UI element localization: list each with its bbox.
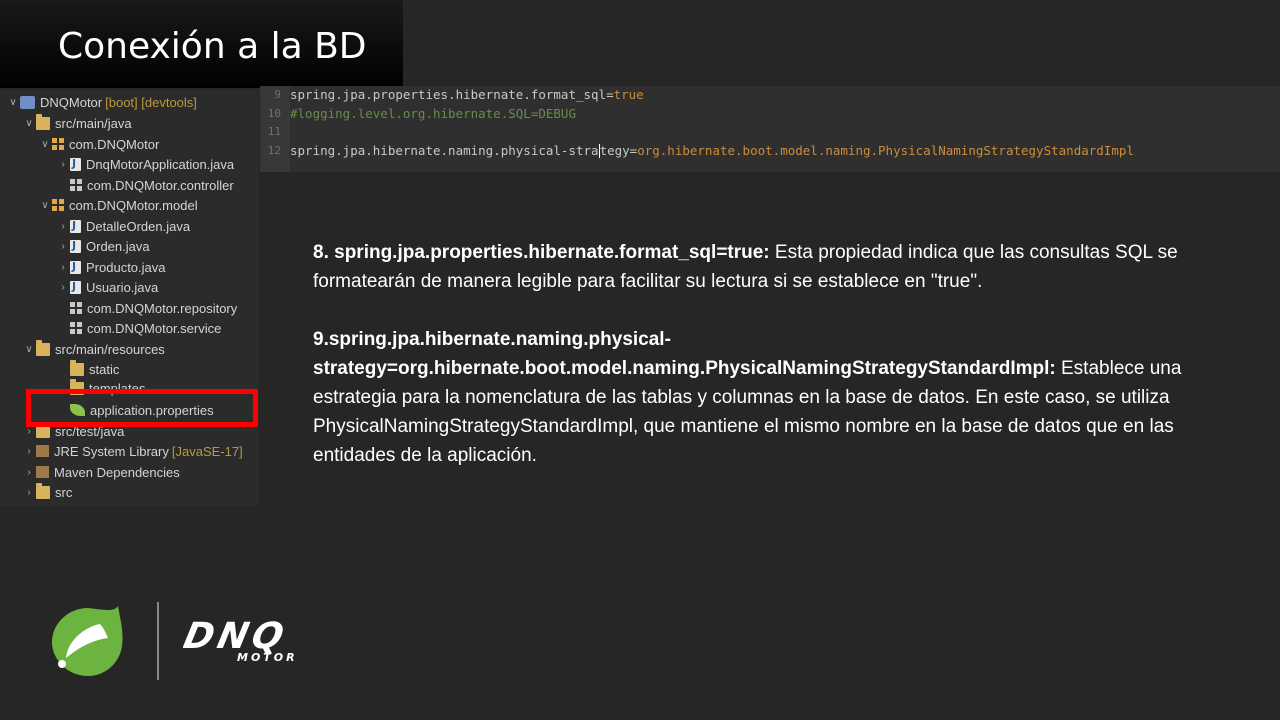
chevron-right-icon[interactable]: › [56, 282, 70, 293]
code-editor[interactable]: 9 spring.jpa.properties.hibernate.format… [260, 86, 1280, 172]
code-line[interactable]: 9 spring.jpa.properties.hibernate.format… [260, 86, 644, 104]
code-line[interactable]: 12 spring.jpa.hibernate.naming.physical-… [260, 141, 1134, 160]
tree-item-label: DNQMotor [40, 94, 103, 110]
dnq-motor-logo-icon: DNQ MOTOR [183, 614, 298, 664]
tree-item-label: com.DNQMotor.model [69, 197, 198, 213]
tree-item-label: static [89, 361, 120, 377]
tree-item-label: DetalleOrden.java [86, 218, 191, 234]
tree-item[interactable]: › Orden.java [56, 236, 150, 256]
item-9-label: 9.spring.jpa.hibernate.naming.physical-s… [313, 329, 1056, 379]
tree-item[interactable]: › Usuario.java [56, 277, 158, 297]
line-number: 10 [267, 107, 281, 120]
chevron-right-icon[interactable]: › [22, 426, 36, 437]
comment-text: #logging.level.org.hibernate.SQL=DEBUG [290, 106, 576, 121]
item-8-label: 8. spring.jpa.properties.hibernate.forma… [313, 242, 770, 263]
tree-item-label: Maven Dependencies [54, 464, 180, 480]
description-item-9: 9.spring.jpa.hibernate.naming.physical-s… [313, 325, 1253, 470]
library-icon [36, 445, 49, 457]
java-file-icon [70, 239, 81, 253]
tree-item[interactable]: ∨ src/main/java [22, 113, 132, 133]
chevron-right-icon[interactable]: › [56, 221, 70, 232]
tree-item-label: com.DNQMotor.service [87, 320, 222, 336]
line-number: 12 [267, 144, 281, 157]
property-key: spring.jpa.properties.hibernate.format_s… [290, 87, 614, 102]
line-number: 9 [274, 88, 281, 101]
tree-item-label: com.DNQMotor.controller [87, 177, 234, 193]
highlight-box [26, 389, 258, 427]
code-line[interactable]: 11 [260, 122, 290, 141]
chevron-down-icon[interactable]: ∨ [22, 118, 36, 129]
property-value: true [613, 87, 644, 102]
slide-title-bar: Conexión a la BD [0, 0, 403, 88]
tree-item[interactable]: com.DNQMotor.controller [56, 175, 234, 195]
tree-item-label: DnqMotorApplication.java [86, 156, 235, 172]
chevron-down-icon[interactable]: ∨ [38, 139, 52, 150]
java-file-icon [70, 157, 81, 171]
tree-item[interactable]: › Maven Dependencies [22, 462, 180, 482]
tree-item[interactable]: ∨ com.DNQMotor [38, 134, 159, 154]
library-icon [36, 466, 49, 478]
property-key: spring.jpa.hibernate.naming.physical-str… [290, 143, 599, 158]
tree-item-decoration: [boot] [devtools] [105, 94, 197, 110]
tree-item[interactable]: ∨ DNQMotor [boot] [devtools] [6, 92, 197, 112]
code-line[interactable]: 10 #logging.level.org.hibernate.SQL=DEBU… [260, 104, 576, 123]
tree-item-label: src/main/resources [55, 341, 165, 357]
dnq-logo-subtext: MOTOR [237, 651, 298, 664]
tree-item[interactable]: static [56, 359, 119, 379]
package-icon [70, 179, 82, 191]
tree-item-label: Usuario.java [86, 279, 159, 295]
tree-item[interactable]: com.DNQMotor.repository [56, 298, 237, 318]
chevron-down-icon[interactable]: ∨ [22, 344, 36, 355]
chevron-right-icon[interactable]: › [56, 241, 70, 252]
tree-item[interactable]: com.DNQMotor.service [56, 318, 221, 338]
chevron-right-icon[interactable]: › [22, 487, 36, 498]
tree-item-decoration: [JavaSE-17] [171, 443, 243, 459]
tree-item[interactable]: › DetalleOrden.java [56, 216, 190, 236]
description-text: 8. spring.jpa.properties.hibernate.forma… [313, 238, 1253, 470]
tree-item[interactable]: › Producto.java [56, 257, 166, 277]
folder-icon [36, 113, 50, 130]
tree-item-label: Producto.java [86, 259, 166, 275]
tree-item-label: com.DNQMotor.repository [87, 300, 238, 316]
chevron-right-icon[interactable]: › [56, 262, 70, 273]
chevron-down-icon[interactable]: ∨ [6, 97, 20, 108]
chevron-down-icon[interactable]: ∨ [38, 200, 52, 211]
folder-icon [36, 339, 50, 356]
tree-item-label: com.DNQMotor [69, 136, 160, 152]
folder-icon [70, 359, 84, 376]
package-icon [52, 199, 64, 211]
tree-item[interactable]: ∨ src/main/resources [22, 339, 165, 359]
tree-item-label: Orden.java [86, 238, 150, 254]
tree-item-label: src/main/java [55, 115, 132, 131]
folder-icon [36, 482, 50, 499]
tree-item[interactable]: › src [22, 482, 72, 502]
java-file-icon [70, 280, 81, 294]
property-value: org.hibernate.boot.model.naming.Physical… [637, 143, 1134, 158]
tree-item-label: src [55, 484, 73, 500]
property-key: tegy= [599, 143, 638, 158]
package-icon [70, 302, 82, 314]
chevron-right-icon[interactable]: › [22, 446, 36, 457]
slide-title: Conexión a la BD [58, 26, 367, 67]
tree-item[interactable]: › JRE System Library [JavaSE-17] [22, 441, 243, 461]
tree-item[interactable]: › DnqMotorApplication.java [56, 154, 234, 174]
package-icon [52, 138, 64, 150]
java-file-icon [70, 260, 81, 274]
project-explorer: ∨ DNQMotor [boot] [devtools] ∨ src/main/java… [0, 90, 259, 506]
java-file-icon [70, 219, 81, 233]
description-item-8: 8. spring.jpa.properties.hibernate.forma… [313, 238, 1253, 296]
tree-item[interactable]: ∨ com.DNQMotor.model [38, 195, 198, 215]
chevron-right-icon[interactable]: › [22, 467, 36, 478]
package-icon [70, 322, 82, 334]
chevron-right-icon[interactable]: › [56, 159, 70, 170]
line-number: 11 [267, 125, 281, 138]
logo-divider [157, 602, 159, 680]
spring-logo-icon [52, 606, 123, 676]
tree-item-label: JRE System Library [54, 443, 169, 459]
project-icon [20, 95, 35, 109]
